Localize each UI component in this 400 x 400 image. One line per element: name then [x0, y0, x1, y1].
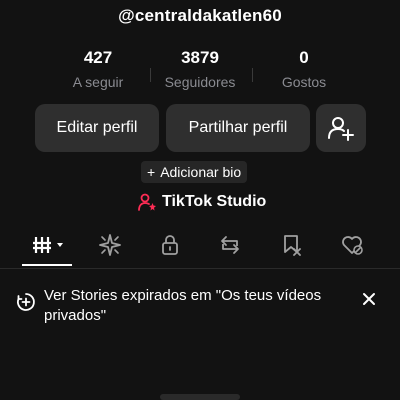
stat-likes-label: Gostos — [281, 74, 327, 90]
tab-reposts[interactable] — [90, 228, 130, 262]
stat-likes[interactable]: 0 Gostos — [254, 48, 354, 90]
profile-tabs — [0, 228, 400, 268]
tiktok-studio-link[interactable]: TikTok Studio — [137, 191, 266, 213]
stat-following-count: 427 — [83, 48, 113, 67]
add-bio-label: Adicionar bio — [160, 164, 242, 180]
expired-stories-text: Ver Stories expirados em "Os teus vídeos… — [44, 287, 322, 324]
tab-private[interactable] — [150, 228, 190, 262]
heart-icon — [342, 236, 363, 255]
repeat-icon — [221, 236, 239, 254]
stat-following[interactable]: 427 A seguir — [48, 48, 148, 90]
active-tab-indicator — [22, 264, 72, 266]
bottom-sheet-handle — [160, 394, 240, 400]
sparkle-icon — [99, 234, 121, 256]
studio-icon — [138, 193, 156, 211]
tab-favorites[interactable] — [272, 228, 312, 262]
add-friend-button[interactable] — [316, 104, 366, 152]
stat-followers[interactable]: 3879 Seguidores — [150, 48, 250, 90]
stat-divider — [252, 68, 253, 82]
tiktok-studio-label: TikTok Studio — [162, 193, 267, 210]
expired-stories-banner[interactable]: Ver Stories expirados em "Os teus vídeos… — [16, 286, 386, 326]
tab-videos[interactable] — [28, 228, 68, 262]
grid-icon — [33, 237, 63, 253]
stat-followers-count: 3879 — [181, 48, 219, 67]
stat-likes-count: 0 — [299, 48, 309, 67]
bookmark-icon — [284, 235, 301, 256]
stat-followers-label: Seguidores — [164, 74, 236, 90]
tab-liked[interactable] — [332, 228, 372, 262]
profile-username: @centraldakatlen60 — [118, 6, 282, 25]
add-bio-button[interactable]: + Adicionar bio — [141, 161, 248, 183]
plus-icon: + — [147, 164, 156, 180]
tabs-divider — [0, 268, 400, 269]
tab-repost[interactable] — [210, 228, 250, 262]
person-plus-icon — [328, 117, 354, 141]
story-plus-icon — [17, 293, 35, 311]
edit-profile-button[interactable]: Editar perfil — [35, 104, 159, 152]
lock-icon — [162, 235, 178, 255]
stat-following-label: A seguir — [72, 74, 124, 90]
share-profile-button[interactable]: Partilhar perfil — [166, 104, 310, 152]
close-icon[interactable] — [362, 292, 376, 306]
